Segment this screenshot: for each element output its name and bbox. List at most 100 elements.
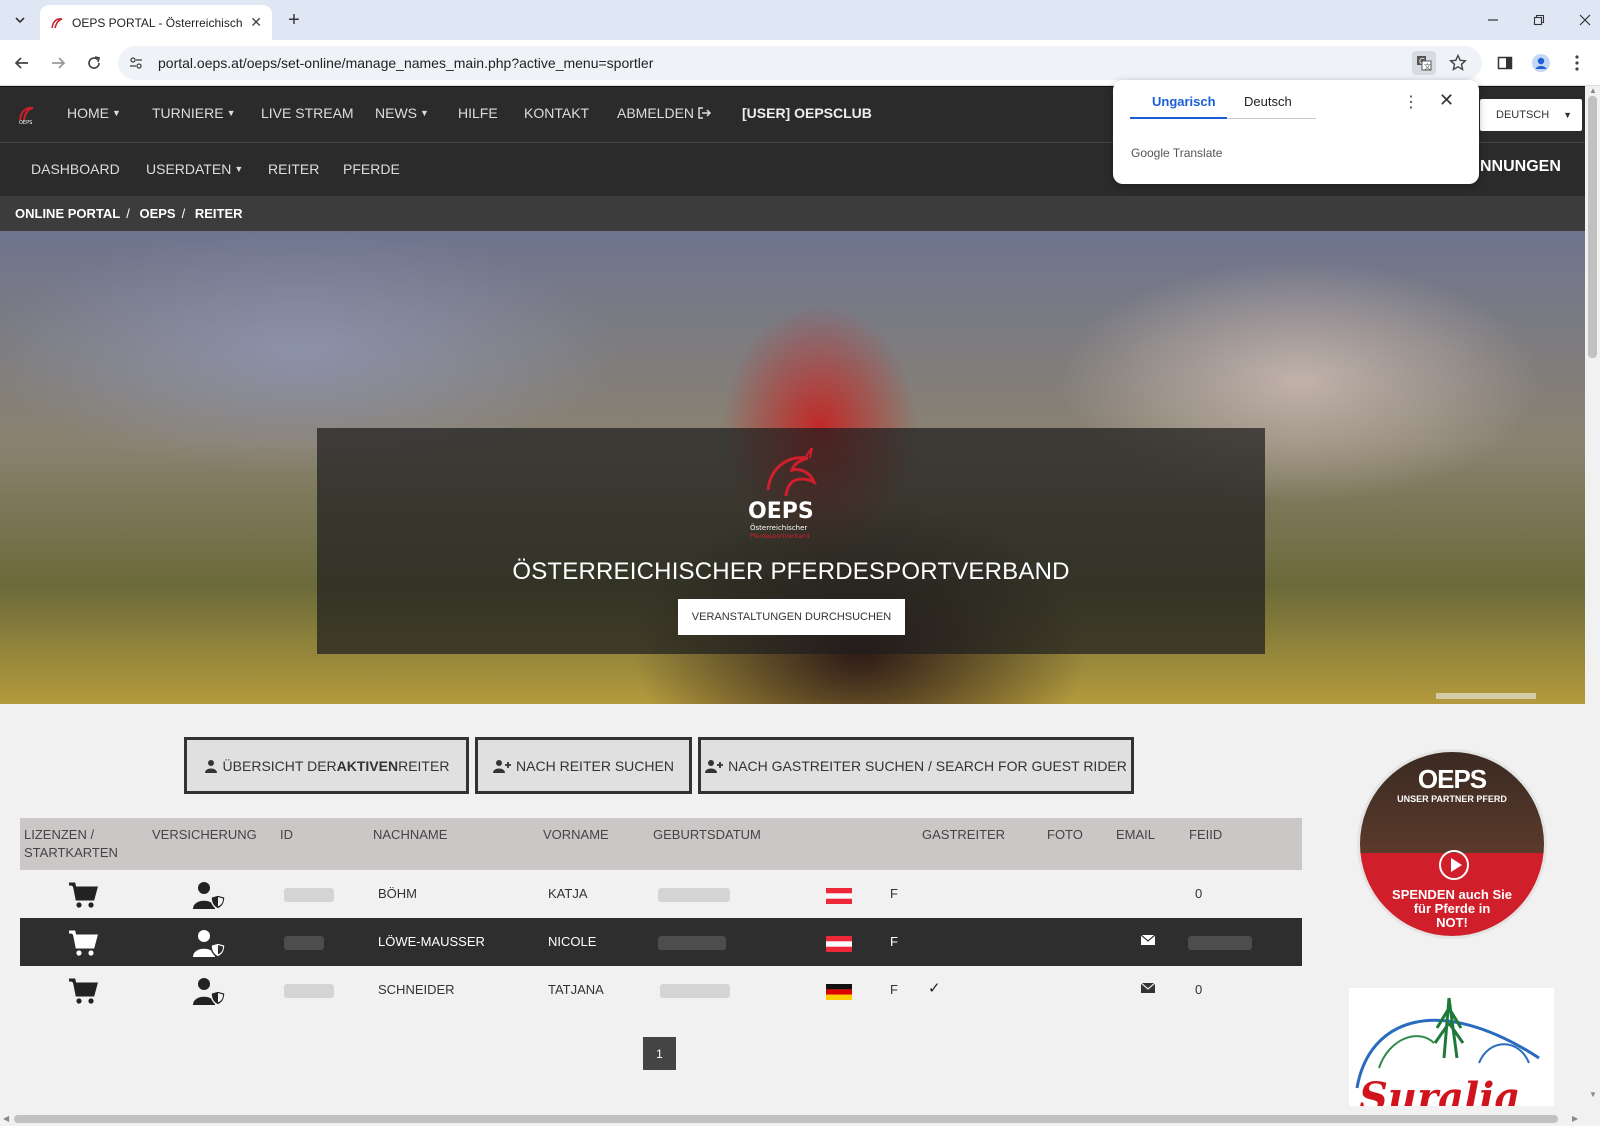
browser-tab-bar: OEPS PORTAL - Österreichischer ✕ +	[0, 0, 1600, 40]
tab-search-chevron-icon[interactable]	[8, 8, 32, 32]
hero-overlay: OEPS Österreichischer Pferdesportverband…	[317, 428, 1265, 654]
browser-menu-icon[interactable]	[1563, 49, 1591, 77]
translate-icon[interactable]: G文	[1412, 51, 1436, 75]
breadcrumb-oeps[interactable]: OEPS	[139, 206, 175, 221]
new-tab-icon[interactable]: +	[282, 8, 306, 32]
vertical-scrollbar[interactable]: ▲ ▼	[1585, 86, 1600, 1112]
header-id: ID	[280, 827, 293, 842]
envelope-icon[interactable]	[1141, 934, 1155, 946]
nav-kontakt[interactable]: KONTAKT	[524, 105, 589, 121]
nav-abmelden[interactable]: ABMELDEN	[617, 105, 712, 121]
browser-tab[interactable]: OEPS PORTAL - Österreichischer ✕	[40, 5, 272, 40]
profile-avatar-icon[interactable]	[1527, 49, 1555, 77]
table-row-selected[interactable]: LÖWE-MAUSSER NICOLE F	[20, 918, 1302, 966]
minimize-icon[interactable]	[1479, 6, 1507, 34]
cell-nachname: SCHNEIDER	[378, 982, 455, 997]
window-close-icon[interactable]	[1571, 6, 1599, 34]
redacted-birthdate	[658, 936, 726, 950]
subnav-dashboard[interactable]: DASHBOARD	[31, 161, 120, 177]
translate-more-icon[interactable]: ⋮	[1403, 92, 1419, 112]
user-shield-icon[interactable]	[192, 977, 226, 1005]
nav-live-stream[interactable]: LIVE STREAM	[261, 105, 354, 121]
back-icon[interactable]	[8, 49, 36, 77]
table-row[interactable]: BÖHM KATJA F 0	[20, 870, 1302, 918]
translate-tab-target[interactable]: Deutsch	[1244, 94, 1292, 109]
scroll-right-icon[interactable]: ▶	[1572, 1114, 1578, 1123]
redacted-birthdate	[658, 888, 730, 902]
svg-text:Österreichischer: Österreichischer	[750, 523, 807, 532]
tab-close-icon[interactable]: ✕	[250, 14, 262, 31]
caret-down-icon: ▼	[1563, 110, 1572, 120]
cart-icon[interactable]	[68, 881, 98, 909]
scroll-left-icon[interactable]: ◀	[3, 1114, 9, 1123]
breadcrumb: ONLINE PORTAL / OEPS / REITER	[0, 196, 1585, 231]
header-vorname: VORNAME	[543, 827, 609, 842]
nav-news[interactable]: NEWS ▼	[375, 105, 429, 121]
subnav-userdaten[interactable]: USERDATEN ▼	[146, 161, 243, 177]
address-bar[interactable]: portal.oeps.at/oeps/set-online/manage_na…	[118, 46, 1482, 80]
cart-icon[interactable]	[68, 977, 98, 1005]
pagination-page-1[interactable]: 1	[643, 1037, 676, 1070]
nav-hilfe[interactable]: HILFE	[458, 105, 498, 121]
caret-down-icon: ▼	[420, 108, 429, 118]
scroll-up-icon[interactable]: ▲	[1589, 86, 1597, 95]
subnav-nennungen[interactable]: NNUNGEN	[1480, 158, 1561, 176]
user-shield-icon[interactable]	[192, 929, 226, 957]
translate-brand: Google Translate	[1131, 146, 1223, 160]
hero-decoration	[1436, 693, 1536, 699]
language-select[interactable]: DEUTSCH ▼	[1480, 99, 1582, 131]
translate-close-icon[interactable]: ✕	[1439, 90, 1454, 111]
play-icon[interactable]	[1439, 850, 1469, 880]
search-rider-button[interactable]: NACH REITER SUCHEN	[475, 737, 692, 794]
oeps-logo-icon[interactable]: OEPS	[16, 103, 38, 125]
translate-tab-indicator	[1130, 117, 1227, 119]
cell-vorname: KATJA	[548, 886, 588, 901]
translate-tab-divider	[1227, 118, 1316, 119]
sign-out-icon	[698, 107, 711, 119]
breadcrumb-online-portal[interactable]: ONLINE PORTAL	[15, 206, 120, 221]
url-text: portal.oeps.at/oeps/set-online/manage_na…	[158, 55, 654, 71]
vertical-scroll-thumb[interactable]	[1588, 96, 1597, 358]
envelope-icon[interactable]	[1141, 982, 1155, 994]
cell-geschlecht: F	[890, 934, 898, 949]
veranstaltungen-durchsuchen-button[interactable]: VERANSTALTUNGEN DURCHSUCHEN	[678, 599, 905, 635]
header-lizenzen: LIZENZEN / STARTKARTEN	[24, 827, 118, 860]
cart-icon[interactable]	[68, 929, 98, 957]
table-row[interactable]: SCHNEIDER TATJANA F ✓ 0	[20, 966, 1302, 1014]
cell-vorname: TATJANA	[548, 982, 604, 997]
redacted-id	[284, 936, 324, 950]
horizontal-scrollbar[interactable]: ◀ ▶	[0, 1112, 1585, 1126]
germany-flag-icon	[826, 984, 852, 1000]
translate-popup: Ungarisch Deutsch ⋮ ✕ Google Translate	[1113, 80, 1479, 184]
side-panel-icon[interactable]	[1491, 49, 1519, 77]
header-feiid: FEIID	[1189, 827, 1223, 842]
site-info-icon[interactable]	[124, 51, 148, 75]
nav-home[interactable]: HOME ▼	[67, 105, 121, 121]
header-nachname: NACHNAME	[373, 827, 448, 842]
caret-down-icon: ▼	[226, 108, 236, 118]
forward-icon[interactable]	[44, 49, 72, 77]
subnav-pferde[interactable]: PFERDE	[343, 161, 400, 177]
translate-tab-source[interactable]: Ungarisch	[1152, 94, 1216, 109]
header-foto: FOTO	[1047, 827, 1083, 842]
horizontal-scroll-thumb[interactable]	[14, 1115, 1558, 1123]
bookmark-star-icon[interactable]	[1446, 51, 1470, 75]
cell-geschlecht: F	[890, 982, 898, 997]
nav-user-account[interactable]: [USER] OEPSCLUB	[742, 105, 872, 121]
user-shield-icon[interactable]	[192, 881, 226, 909]
subnav-reiter[interactable]: REITER	[268, 161, 319, 177]
suralia-ad-banner[interactable]: Suralia	[1349, 988, 1554, 1106]
hero-banner: OEPS Österreichischer Pferdesportverband…	[0, 231, 1585, 704]
cell-geschlecht: F	[890, 886, 898, 901]
donation-ad-banner[interactable]: OEPS UNSER PARTNER PFERD SPENDEN auch Si…	[1357, 749, 1547, 939]
restore-icon[interactable]	[1525, 6, 1553, 34]
reload-icon[interactable]	[80, 49, 108, 77]
breadcrumb-reiter: REITER	[194, 206, 243, 221]
oeps-horse-logo: OEPS Österreichischer Pferdesportverband	[748, 447, 817, 540]
scroll-down-icon[interactable]: ▼	[1589, 1090, 1597, 1099]
oeps-favicon-icon	[51, 17, 63, 28]
nav-turniere[interactable]: TURNIERE ▼	[152, 105, 235, 121]
search-guest-rider-button[interactable]: NACH GASTREITER SUCHEN / SEARCH FOR GUES…	[698, 737, 1134, 794]
overview-active-riders-button[interactable]: ÜBERSICHT DER AKTIVEN REITER	[184, 737, 469, 794]
ad-subtitle: UNSER PARTNER PFERD	[1397, 794, 1507, 804]
